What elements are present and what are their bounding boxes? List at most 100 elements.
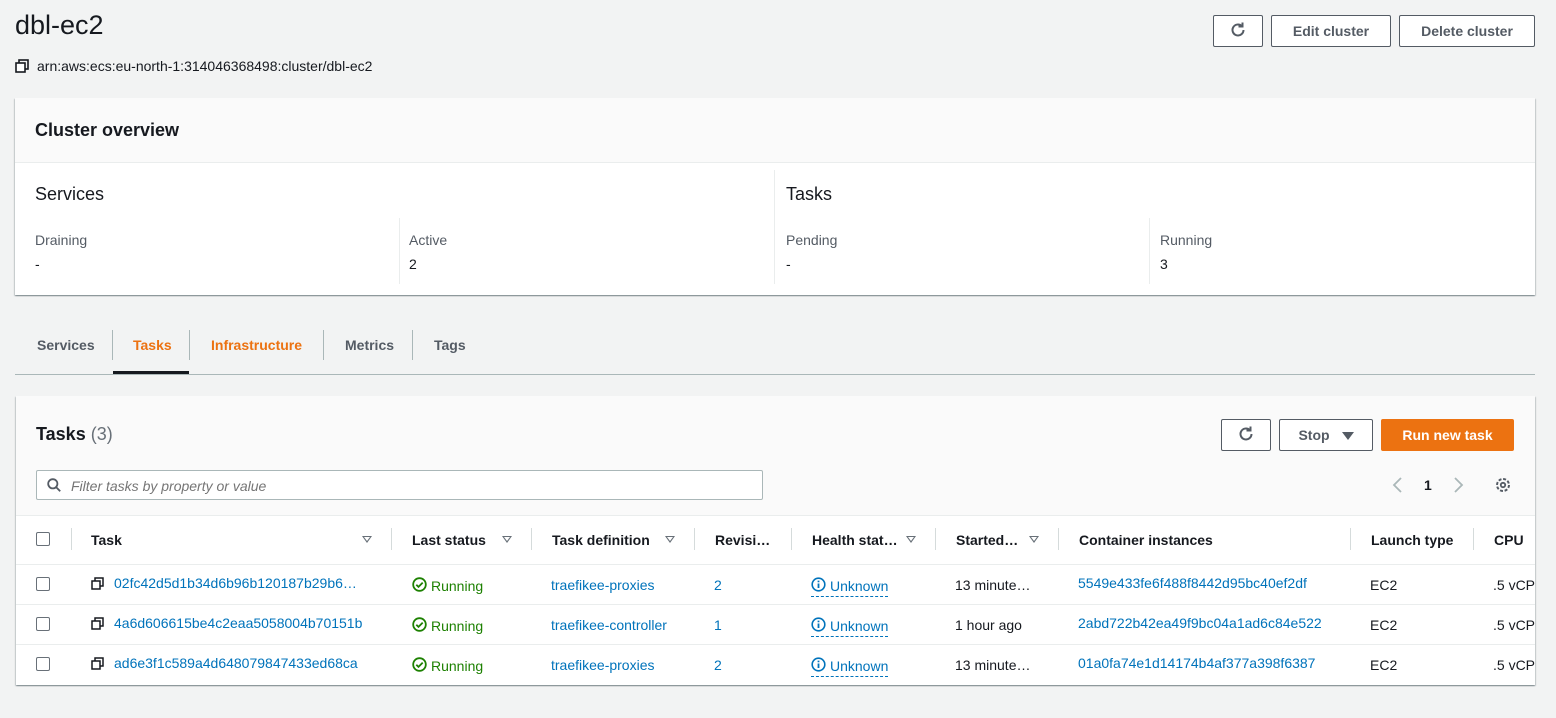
stop-dropdown-button[interactable]: Stop [1279,419,1373,451]
tab-divider [323,330,324,360]
status-running: Running [412,657,483,675]
tasks-title-text: Tasks [36,424,86,444]
column-divider [791,528,792,550]
draining-label: Draining [35,232,88,248]
stop-label: Stop [1298,427,1330,443]
row-checkbox[interactable] [36,577,50,591]
sort-icon[interactable] [362,536,372,543]
col-header-launch-type[interactable]: Launch type [1371,532,1453,548]
sort-icon[interactable] [906,536,916,543]
tasks-count: (3) [90,424,113,444]
services-section-title: Services [35,184,105,204]
divider [1149,218,1150,284]
run-new-task-button[interactable]: Run new task [1381,419,1514,451]
col-header-revision[interactable]: Revisi… [715,532,770,548]
started-at: 13 minute… [955,577,1031,593]
column-divider [71,528,72,550]
health-status[interactable]: Unknown [811,617,889,637]
chevron-left-icon[interactable] [1392,477,1404,498]
filter-field[interactable] [36,470,763,500]
container-instance-link[interactable]: 01a0fa74e1d14174b4af377a398f6387 [1078,655,1315,671]
settings-gear-icon[interactable] [1494,476,1512,499]
task-definition-link[interactable]: traefikee-proxies [551,577,655,593]
column-divider [1473,528,1474,550]
copy-icon[interactable] [91,657,104,675]
edit-cluster-button[interactable]: Edit cluster [1271,15,1391,47]
caret-down-icon [1341,427,1354,443]
tab-services[interactable]: Services [37,337,95,353]
health-text: Unknown [830,578,889,594]
tasks-refresh-button[interactable] [1221,419,1271,451]
health-text: Unknown [830,618,889,634]
column-divider [694,528,695,550]
container-instance-link[interactable]: 2abd722b42ea49f9bc04a1ad6c84e522 [1078,615,1322,631]
tab-divider [189,330,190,360]
revision-link[interactable]: 2 [714,577,722,593]
tasks-section-title: Tasks [786,184,833,204]
col-header-cpu[interactable]: CPU [1494,532,1524,548]
tab-metrics[interactable]: Metrics [345,337,394,353]
health-status[interactable]: Unknown [811,657,889,677]
status-running: Running [412,617,483,635]
copy-icon[interactable] [91,617,104,635]
sort-icon[interactable] [502,536,512,543]
cluster-overview-title: Cluster overview [35,120,180,140]
col-header-health-status[interactable]: Health stat… [812,532,898,548]
running-label: Running [1160,232,1213,248]
arn-text: arn:aws:ecs:eu-north-1:314046368498:clus… [37,58,373,74]
health-text: Unknown [830,658,889,674]
chevron-right-icon[interactable] [1452,477,1464,498]
info-icon [811,577,826,595]
copy-icon[interactable] [15,59,29,73]
col-header-container-instances[interactable]: Container instances [1079,532,1213,548]
tab-tasks[interactable]: Tasks [133,337,172,353]
divider [774,170,775,284]
status-text: Running [431,658,484,674]
tab-tags[interactable]: Tags [434,337,466,353]
row-checkbox[interactable] [36,617,50,631]
col-header-task-definition[interactable]: Task definition [552,532,650,548]
active-label: Active [409,232,448,248]
health-status[interactable]: Unknown [811,577,889,597]
status-text: Running [431,618,484,634]
refresh-icon [1229,21,1247,42]
delete-cluster-button[interactable]: Delete cluster [1399,15,1535,47]
task-id-link[interactable]: 02fc42d5d1b34d6b96b120187b29b6… [114,575,357,591]
task-definition-link[interactable]: traefikee-controller [551,617,667,633]
active-value: 2 [409,256,417,272]
started-at: 13 minute… [955,657,1031,673]
sort-icon[interactable] [665,536,675,543]
revision-link[interactable]: 2 [714,657,722,673]
task-definition-link[interactable]: traefikee-proxies [551,657,655,673]
status-text: Running [431,578,484,594]
divider [399,218,400,284]
tab-divider [112,330,113,360]
info-icon [811,617,826,635]
refresh-button[interactable] [1213,15,1263,47]
launch-type: EC2 [1370,657,1398,673]
card-header [15,98,1535,163]
header-bottom-border [16,564,1535,565]
container-instance-link[interactable]: 5549e433fe6f488f8442d95bc40ef2df [1078,575,1307,591]
cluster-arn: arn:aws:ecs:eu-north-1:314046368498:clus… [15,58,372,74]
refresh-icon [1237,425,1255,446]
tab-infrastructure[interactable]: Infrastructure [211,337,302,353]
status-success-icon [412,577,427,595]
task-id-link[interactable]: ad6e3f1c589a4d648079847433ed68ca [114,655,358,671]
sort-icon[interactable] [1029,536,1039,543]
col-header-started[interactable]: Started… [956,532,1018,548]
revision-link[interactable]: 1 [714,617,722,633]
started-at: 1 hour ago [955,617,1022,633]
pending-label: Pending [786,232,838,248]
select-all-checkbox[interactable] [36,532,50,546]
task-id-link[interactable]: 4a6d606615be4c2eaa5058004b70151b [114,615,362,631]
filter-input[interactable] [69,475,753,497]
copy-icon[interactable] [91,577,104,595]
row-checkbox[interactable] [36,657,50,671]
current-page[interactable]: 1 [1424,477,1432,493]
column-divider [935,528,936,550]
cluster-overview-card: Cluster overview Services Draining - Act… [15,98,1535,295]
col-header-last-status[interactable]: Last status [412,532,486,548]
col-header-task[interactable]: Task [91,532,122,548]
status-success-icon [412,657,427,675]
